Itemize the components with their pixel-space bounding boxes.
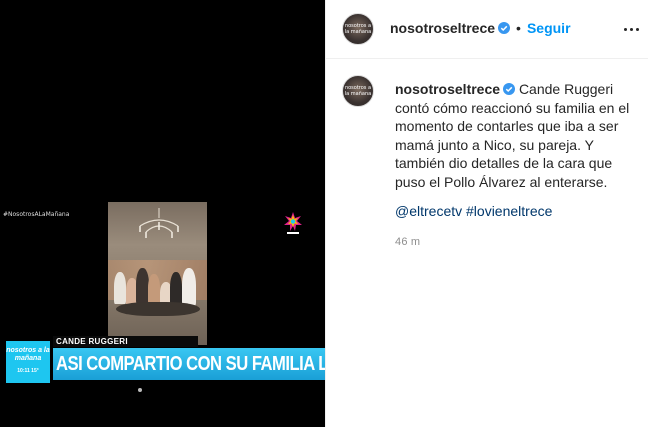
verified-badge-icon	[498, 22, 511, 34]
more-options-icon[interactable]	[623, 20, 641, 38]
post-sidebar: nosotros a la mañana nosotroseltrece • Seg…	[325, 0, 648, 427]
family-photo	[108, 202, 207, 345]
follow-button[interactable]: Seguir	[527, 20, 571, 36]
tag-eltrecetv-link[interactable]: @eltrecetv	[395, 203, 462, 219]
lower-third-headline: ASI COMPARTIO CON SU FAMILIA LA NOTICIA	[53, 348, 325, 380]
show-logo: nosotros a la mañana 10:11 15°	[6, 341, 50, 383]
caption-username[interactable]: nosotroseltrece	[395, 81, 500, 97]
post-tags: @eltrecetv #lovieneltrece	[395, 203, 552, 219]
post-caption: nosotroseltrece Cande Ruggeri contó cómo…	[395, 80, 639, 191]
chandelier-icon	[139, 208, 179, 238]
eltrece-star-logo-icon	[284, 212, 302, 234]
post-timestamp[interactable]: 46 m	[395, 236, 420, 248]
show-logo-sub: 10:11 15°	[17, 368, 39, 374]
caption-avatar[interactable]: nosotros a la mañana	[342, 75, 374, 107]
post-header: nosotros a la mañana nosotroseltrece • Seg…	[326, 0, 648, 59]
header-separator: •	[516, 20, 521, 36]
avatar[interactable]: nosotros a la mañana	[342, 13, 374, 45]
video-indicator-dot	[138, 388, 142, 392]
show-logo-text: nosotros a la mañana	[6, 347, 50, 362]
overlay-hashtag: #NosotrosALaMañana	[3, 211, 70, 218]
verified-badge-icon	[503, 83, 516, 95]
tag-lovieneltrece-link[interactable]: #lovieneltrece	[466, 203, 552, 219]
lower-third-name: CANDE RUGGERI	[53, 336, 198, 347]
header-username[interactable]: nosotroseltrece	[390, 20, 495, 36]
post-media[interactable]: #NosotrosALaMañana nosotros a la mañana …	[0, 0, 325, 427]
caption-text: Cande Ruggeri contó cómo reaccionó su fa…	[395, 81, 630, 190]
